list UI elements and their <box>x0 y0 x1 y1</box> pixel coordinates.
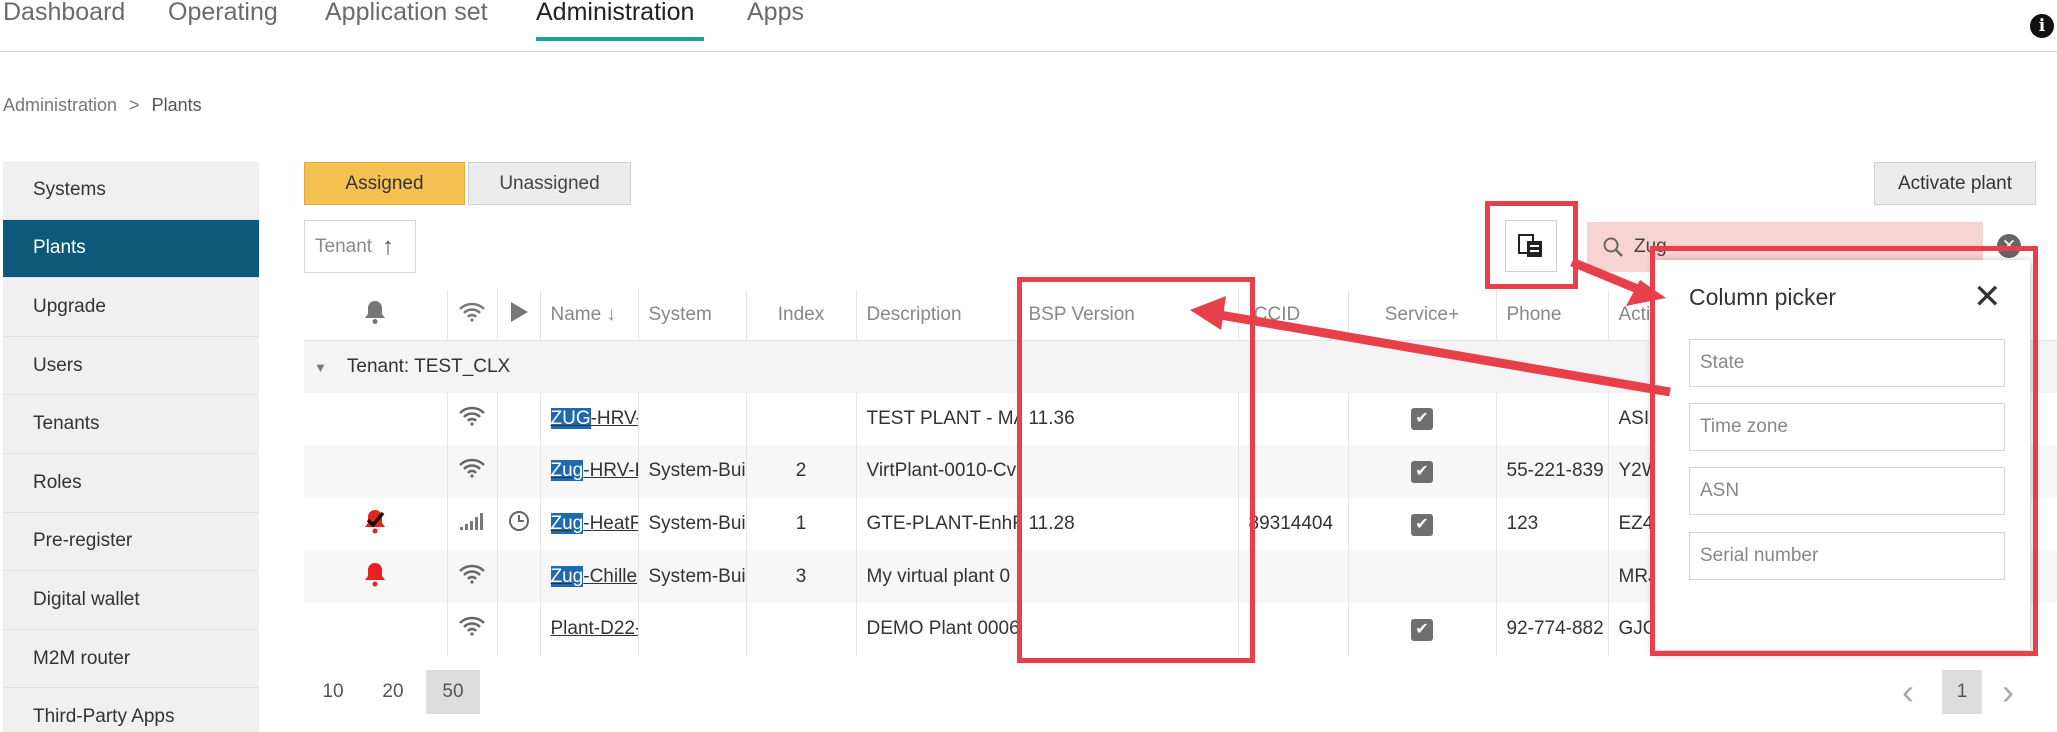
arrow-to-bsp-column <box>1219 310 1671 397</box>
annotation-arrows <box>1190 257 1671 397</box>
arrow-to-bsp-column-head <box>1190 296 1226 330</box>
arrow-to-popup <box>1570 257 1642 295</box>
